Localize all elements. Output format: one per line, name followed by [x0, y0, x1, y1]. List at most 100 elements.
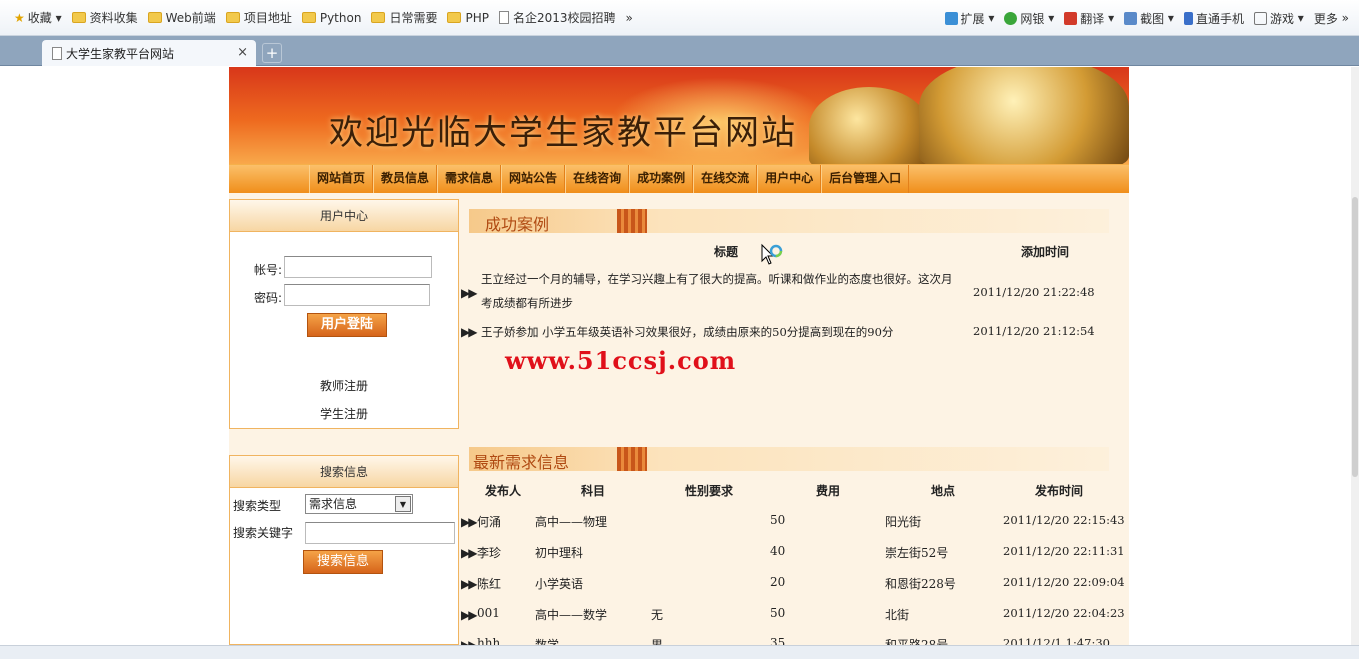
search-keyword-label: 搜索关键字 — [233, 526, 294, 540]
case-title-link[interactable]: 王立经过一个月的辅导，在学习兴趣上有了很大的提高。听课和做作业的态度也很好。这次… — [481, 271, 953, 287]
star-icon: ★ — [14, 10, 25, 25]
tool-phone[interactable]: 直通手机 — [1183, 10, 1244, 27]
page-viewport: 欢迎光临大学生家教平台网站 网站首页 教员信息 需求信息 网站公告 在线咨询 成… — [0, 67, 1359, 645]
bookmark-folder-5[interactable]: 日常需要 — [371, 9, 437, 26]
bank-icon — [1004, 11, 1018, 25]
folder-icon — [147, 12, 162, 23]
demand-subject: 高中——物理 — [535, 515, 608, 529]
demand-time: 2011/12/20 22:15:43 — [1003, 513, 1125, 527]
demand-subject: 小学英语 — [535, 577, 584, 591]
demand-col-gender: 性别要求 — [685, 484, 734, 498]
page-icon — [52, 46, 62, 60]
bookmark-favorites[interactable]: ★ 收藏 ▾ — [14, 9, 62, 26]
nav-consult[interactable]: 在线咨询 — [565, 165, 630, 193]
tool-more[interactable]: 更多 » — [1314, 10, 1349, 27]
vertical-scrollbar[interactable] — [1351, 67, 1359, 645]
toolbar-tools: 扩展 ▾ 网银 ▾ 翻译 ▾ 截图 ▾ 直通手机 游戏 ▾ 更多 » — [935, 0, 1349, 36]
tool-extensions[interactable]: 扩展 ▾ — [944, 10, 994, 27]
demand-time: 2011/12/20 22:09:04 — [1003, 575, 1125, 589]
watermark-text: www.51ccsj.com — [505, 346, 737, 375]
demand-place: 崇左街52号 — [885, 546, 949, 560]
case-title-link[interactable]: 王子娇参加 小学五年级英语补习效果很好，成绩由原来的50分提高到现在的90分 — [481, 324, 893, 340]
student-register-link[interactable]: 学生注册 — [230, 405, 458, 422]
folder-icon — [71, 12, 86, 23]
chevron-down-icon: ▼ — [395, 496, 411, 512]
arrow-icon: ▶▶ — [461, 325, 478, 339]
demand-time: 2011/12/20 22:11:31 — [1003, 544, 1125, 558]
bookmark-folder-4[interactable]: Python — [301, 11, 361, 25]
demand-time: 2011/12/20 22:04:23 — [1003, 606, 1125, 620]
demand-col-subject: 科目 — [581, 484, 606, 498]
decorative-bars — [617, 447, 647, 471]
demand-place: 北街 — [885, 608, 910, 622]
cases-section-header: 成功案例 — [469, 209, 1109, 234]
close-tab-icon[interactable]: × — [237, 45, 248, 60]
tool-bank[interactable]: 网银 ▾ — [1004, 10, 1054, 27]
search-panel: 搜索信息 搜索类型 需求信息 ▼ 搜索关键字 搜索信息 — [229, 455, 459, 645]
bookmark-folder-1[interactable]: 资料收集 — [71, 9, 138, 26]
demand-place: 和恩街228号 — [885, 577, 956, 591]
teacher-register-link[interactable]: 教师注册 — [230, 377, 458, 394]
bookmark-folder-6[interactable]: PHP — [447, 11, 489, 25]
search-keyword-input[interactable] — [305, 522, 455, 544]
nav-cases[interactable]: 成功案例 — [629, 165, 694, 193]
password-input[interactable] — [284, 284, 430, 306]
folder-icon — [447, 12, 462, 23]
tool-translate[interactable]: 翻译 ▾ — [1064, 10, 1114, 27]
demand-publisher: 李珍 — [477, 546, 502, 560]
demand-fee: 20 — [770, 575, 786, 589]
demand-gender: 无 — [651, 608, 664, 622]
demand-col-publisher: 发布人 — [485, 484, 522, 498]
demand-publisher: hhh — [477, 636, 501, 645]
demand-subject: 高中——数学 — [535, 608, 608, 622]
cases-col-title: 标题 — [714, 245, 739, 259]
more-bookmarks-button[interactable]: » — [626, 11, 633, 25]
tool-screenshot[interactable]: 截图 ▾ — [1124, 10, 1174, 27]
tool-games[interactable]: 游戏 ▾ — [1253, 10, 1304, 27]
bookmark-folder-2[interactable]: Web前端 — [147, 9, 216, 26]
demand-fee: 50 — [770, 606, 786, 620]
demand-col-place: 地点 — [931, 484, 956, 498]
arrow-icon: ▶▶ — [461, 577, 478, 591]
arrow-icon: ▶▶ — [461, 546, 478, 560]
bookmark-folder-3[interactable]: 项目地址 — [225, 9, 292, 26]
cases-section-title: 成功案例 — [485, 215, 550, 234]
case-time: 2011/12/20 21:22:48 — [973, 285, 1095, 299]
status-bar — [0, 645, 1359, 659]
demand-section-header: 最新需求信息 — [469, 447, 1109, 472]
search-type-select[interactable]: 需求信息 ▼ — [305, 494, 413, 514]
phone-icon — [1183, 11, 1193, 25]
nav-admin[interactable]: 后台管理入口 — [821, 165, 910, 193]
account-input[interactable] — [284, 256, 432, 278]
demand-fee: 50 — [770, 513, 786, 527]
scrollbar-thumb[interactable] — [1352, 197, 1358, 477]
arrow-icon: ▶▶ — [461, 286, 478, 300]
bookmarks-bar: ★ 收藏 ▾ 资料收集 Web前端 项目地址 Python 日常需要 PHP 名企… — [0, 0, 1359, 36]
account-label: 帐号: — [254, 263, 283, 277]
nav-home[interactable]: 网站首页 — [309, 165, 374, 193]
decorative-bars — [617, 209, 647, 233]
folder-icon — [225, 12, 240, 23]
demand-fee: 35 — [770, 636, 786, 645]
nav-teachers[interactable]: 教员信息 — [373, 165, 438, 193]
case-title-link[interactable]: 考成绩都有所进步 — [481, 295, 573, 311]
nav-demands[interactable]: 需求信息 — [437, 165, 502, 193]
search-type-label: 搜索类型 — [233, 499, 282, 513]
search-button[interactable]: 搜索信息 — [303, 550, 383, 574]
banner-title: 欢迎光临大学生家教平台网站 — [329, 113, 797, 153]
nav-chat[interactable]: 在线交流 — [693, 165, 758, 193]
new-tab-button[interactable]: + — [262, 43, 282, 63]
bookmark-page-1[interactable]: 名企2013校园招聘 — [498, 9, 616, 26]
login-panel: 用户中心 帐号: 密码: 用户登陆 教师注册 学生注册 — [229, 199, 459, 429]
login-button[interactable]: 用户登陆 — [307, 313, 387, 337]
nav-user-center[interactable]: 用户中心 — [757, 165, 822, 193]
tab-current[interactable]: 大学生家教平台网站 × — [42, 40, 256, 66]
arrow-icon: ▶▶ — [461, 638, 478, 645]
nav-notices[interactable]: 网站公告 — [501, 165, 566, 193]
translate-icon — [1064, 11, 1078, 25]
demand-subject: 初中理科 — [535, 546, 584, 560]
demand-place: 阳光街 — [885, 515, 922, 529]
screenshot-icon — [1124, 11, 1138, 25]
demand-col-fee: 费用 — [816, 484, 841, 498]
login-panel-header: 用户中心 — [230, 200, 458, 232]
